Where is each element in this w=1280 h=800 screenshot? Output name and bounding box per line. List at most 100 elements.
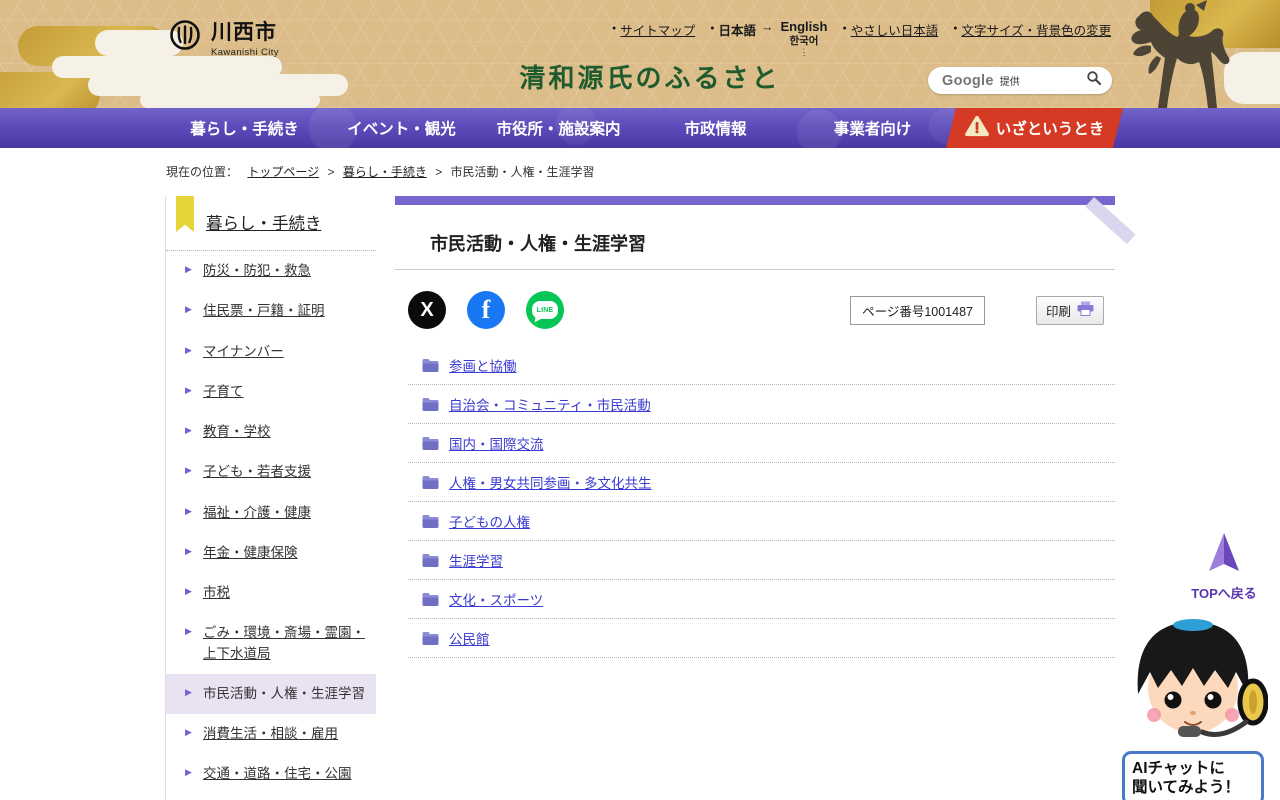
breadcrumb-kurashi-link[interactable]: 暮らし・手続き: [343, 165, 427, 179]
category-link[interactable]: 人権・男女共同参画・多文化共生: [449, 472, 652, 492]
sidebar-item-label[interactable]: 住民票・戸籍・証明: [203, 303, 325, 318]
sidebar-item-label[interactable]: 福祉・介護・健康: [203, 505, 311, 520]
sitemap-link-wrap: ● サイトマップ: [612, 20, 695, 39]
search-input[interactable]: Google 提供: [928, 67, 1112, 94]
search-icon[interactable]: [1086, 70, 1102, 91]
ai-chat-line2: 聞いてみよう！: [1132, 779, 1241, 797]
more-languages-icon[interactable]: ⋮: [799, 47, 808, 57]
list-item: 参画と協働: [408, 346, 1115, 385]
sidebar-item-label[interactable]: 年金・健康保険: [203, 545, 298, 560]
x-share-icon[interactable]: X: [408, 291, 446, 329]
sidebar-item-label[interactable]: 交通・道路・住宅・公園: [203, 766, 352, 781]
nav-item-emergency[interactable]: いざというとき: [946, 108, 1123, 148]
back-to-top-label: TOPへ戻る: [1191, 586, 1257, 601]
ai-chat-label[interactable]: AIチャットに 聞いてみよう！: [1122, 751, 1264, 800]
nav-item-event[interactable]: イベント・観光: [323, 117, 480, 139]
bullet-icon: ●: [612, 25, 617, 32]
sidebar-item-label[interactable]: 防災・防犯・救急: [203, 263, 311, 278]
list-item: 人権・男女共同参画・多文化共生: [408, 463, 1115, 502]
global-nav: 暮らし・手続き イベント・観光 市役所・施設案内 市政情報 事業者向け いざとい…: [0, 108, 1280, 148]
category-link[interactable]: 生涯学習: [449, 550, 503, 570]
category-link[interactable]: 文化・スポーツ: [449, 589, 543, 609]
sidebar-item-kodomo-wakamono[interactable]: 子ども・若者支援: [166, 452, 376, 492]
sidebar-item-juminhyo[interactable]: 住民票・戸籍・証明: [166, 291, 376, 331]
sidebar-item-fukushi[interactable]: 福祉・介護・健康: [166, 493, 376, 533]
current-language-label: 日本語: [718, 24, 756, 38]
sidebar-item-label[interactable]: 子育て: [203, 384, 244, 399]
category-link[interactable]: 参画と協働: [449, 355, 517, 375]
back-to-top-button[interactable]: TOPへ戻る: [1186, 531, 1262, 602]
facebook-share-icon[interactable]: f: [467, 291, 505, 329]
emergency-label: いざというとき: [995, 121, 1105, 138]
sitemap-link[interactable]: サイトマップ: [620, 20, 695, 39]
ai-chat-widget[interactable]: AIチャットに 聞いてみよう！: [1118, 614, 1269, 800]
sidebar-item-label[interactable]: 消費生活・相談・雇用: [203, 726, 338, 741]
city-emblem-icon: [168, 18, 202, 57]
sidebar-item-label[interactable]: 市税: [203, 585, 230, 600]
sidebar-kurashi-menu: 暮らし・手続き 防災・防犯・救急 住民票・戸籍・証明 マイナンバー 子育て 教育…: [165, 196, 376, 800]
easy-japanese-link[interactable]: やさしい日本語: [851, 20, 939, 39]
sidebar-item-kosodate[interactable]: 子育て: [166, 372, 376, 412]
nav-item-kurashi[interactable]: 暮らし・手続き: [166, 117, 323, 139]
breadcrumb-separator: >: [435, 165, 443, 179]
list-item: 子どもの人権: [408, 502, 1115, 541]
text-size-link-wrap: ● 文字サイズ・背景色の変更: [953, 20, 1111, 39]
warning-icon: [964, 115, 989, 142]
print-button[interactable]: 印刷: [1035, 295, 1104, 325]
sidebar-item-label[interactable]: ごみ・環境・斎場・霊園・上下水道局: [203, 625, 365, 660]
breadcrumb-separator: >: [327, 165, 335, 179]
sidebar-item-goiken[interactable]: ご意見・お問い合わせ: [166, 795, 376, 800]
sidebar-item-shizei[interactable]: 市税: [166, 573, 376, 613]
category-link[interactable]: 子どもの人権: [449, 511, 530, 531]
line-share-icon[interactable]: LINE: [526, 291, 564, 329]
sidebar-item-label[interactable]: マイナンバー: [203, 344, 284, 359]
breadcrumb-top-link[interactable]: トップページ: [247, 165, 319, 179]
category-link[interactable]: 自治会・コミュニティ・市民活動: [449, 394, 651, 414]
list-item: 文化・スポーツ: [408, 580, 1115, 619]
breadcrumb: 現在の位置： トップページ > 暮らし・手続き > 市民活動・人権・生涯学習: [166, 163, 595, 180]
list-item: 生涯学習: [408, 541, 1115, 580]
sidebar-item-label[interactable]: 市民活動・人権・生涯学習: [203, 686, 365, 701]
sidebar-title-link[interactable]: 暮らし・手続き: [206, 215, 322, 233]
bookmark-ribbon-icon: [176, 196, 194, 232]
sidebar-item-label[interactable]: 子ども・若者支援: [203, 464, 311, 479]
nav-item-shisei[interactable]: 市政情報: [637, 117, 794, 139]
language-korean[interactable]: 한국어: [789, 35, 818, 47]
city-name-en: Kawanishi City: [211, 47, 279, 58]
sidebar-item-label[interactable]: 教育・学校: [203, 424, 271, 439]
line-bubble-label: LINE: [532, 301, 558, 319]
nav-item-jigyosha[interactable]: 事業者向け: [794, 117, 951, 139]
category-link[interactable]: 公民館: [449, 628, 490, 648]
utility-nav: ● サイトマップ ● 日本語 → English 한국어 ⋮ ● やさしい日本語…: [612, 19, 1111, 57]
page-number-badge: ページ番号1001487: [850, 295, 985, 325]
city-name: 川西市: [211, 21, 277, 44]
list-item: 国内・国際交流: [408, 424, 1115, 463]
sidebar-item-gomi[interactable]: ごみ・環境・斎場・霊園・上下水道局: [166, 613, 376, 674]
category-link-list: 参画と協働 自治会・コミュニティ・市民活動 国内・国際交流 人権・男女共同参画・…: [395, 346, 1115, 658]
bullet-icon: ●: [710, 25, 715, 32]
sidebar-item-kyoiku[interactable]: 教育・学校: [166, 412, 376, 452]
folder-icon: [422, 436, 439, 450]
pyramid-up-icon: [1209, 533, 1239, 571]
site-logo[interactable]: 川西市 Kawanishi City: [168, 16, 279, 58]
category-link[interactable]: 国内・国際交流: [449, 433, 544, 453]
sidebar-item-shohi[interactable]: 消費生活・相談・雇用: [166, 714, 376, 754]
sidebar-item-mynumber[interactable]: マイナンバー: [166, 332, 376, 372]
search-provided-label: 提供: [999, 77, 1020, 88]
share-row: X f LINE ページ番号1001487 印刷: [395, 291, 1115, 329]
global-nav-list: 暮らし・手続き イベント・観光 市役所・施設案内 市政情報 事業者向け: [166, 108, 951, 148]
language-english[interactable]: English: [781, 19, 828, 35]
folder-icon: [422, 592, 439, 606]
sidebar-item-kotsu[interactable]: 交通・道路・住宅・公園: [166, 754, 376, 794]
sidebar-item-shimin-katsudo-current[interactable]: 市民活動・人権・生涯学習: [166, 673, 376, 714]
folder-icon: [422, 631, 439, 645]
sidebar-item-nenkin[interactable]: 年金・健康保険: [166, 533, 376, 573]
folder-icon: [422, 553, 439, 567]
text-size-background-link[interactable]: 文字サイズ・背景色の変更: [961, 20, 1111, 39]
google-logo: Google: [942, 72, 994, 89]
list-item: 自治会・コミュニティ・市民活動: [408, 385, 1115, 424]
nav-item-shiyakusho[interactable]: 市役所・施設案内: [480, 117, 637, 139]
page-meta: ページ番号1001487 印刷: [850, 295, 1115, 325]
language-options[interactable]: English 한국어 ⋮: [781, 19, 828, 57]
sidebar-item-bosai[interactable]: 防災・防犯・救急: [166, 251, 376, 291]
